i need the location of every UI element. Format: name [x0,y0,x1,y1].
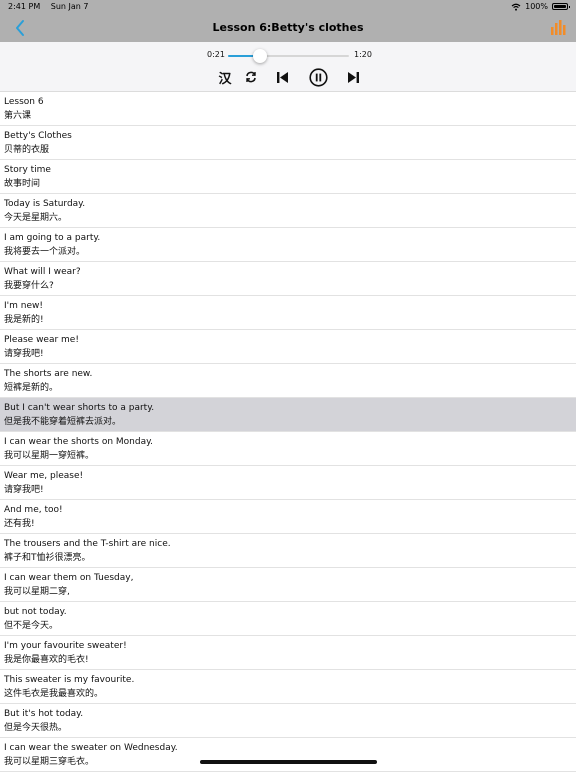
previous-button[interactable] [275,68,289,86]
sentence-english: Story time [4,165,51,175]
battery-icon [552,3,570,10]
sentence-english: Today is Saturday. [4,199,86,209]
sentence-chinese: 请穿我吧! [4,484,44,495]
sentence-english: What will I wear? [4,267,81,277]
sentence-chinese: 短裤是新的。 [4,382,59,393]
sentence-row[interactable]: I'm new! 我是新的! [0,296,576,330]
sentence-english: but not today. [4,607,67,617]
sentence-english: Lesson 6 [4,97,44,107]
stats-button[interactable] [550,19,566,36]
status-right: 100% [511,2,570,11]
sentence-english: I am going to a party. [4,233,101,243]
sentence-row[interactable]: Wear me, please! 请穿我吧! [0,466,576,500]
battery-percent: 100% [525,2,548,11]
sentence-row[interactable]: I'm your favourite sweater! 我是你最喜欢的毛衣! [0,636,576,670]
sentence-row[interactable]: I can wear the shorts on Monday. 我可以星期一穿短… [0,432,576,466]
chinese-toggle-button[interactable]: 汉 [217,68,233,87]
sentence-english: But I can't wear shorts to a party. [4,403,155,413]
total-time: 1:20 [354,50,372,59]
sentence-chinese: 我将要去一个派对。 [4,246,86,257]
sentence-english: The shorts are new. [4,369,93,379]
sentence-chinese: 今天是星期六。 [4,212,68,223]
sentence-row[interactable]: Story time 故事时间 [0,160,576,194]
sentence-row[interactable]: Please wear me! 请穿我吧! [0,330,576,364]
sentence-english: Please wear me! [4,335,79,345]
sentence-english: Wear me, please! [4,471,84,481]
sentence-row[interactable]: But it's hot today. 但是今天很热。 [0,704,576,738]
status-bar: 2:41 PM Sun Jan 7 100% [0,0,576,14]
sentence-english: I can wear them on Tuesday, [4,573,134,583]
sentence-english: I can wear the shorts on Monday. [4,437,154,447]
sentence-chinese: 请穿我吧! [4,348,44,359]
progress-slider[interactable] [228,49,349,63]
sentence-english: And me, too! [4,505,63,515]
sentence-english: I'm your favourite sweater! [4,641,127,651]
sentence-row[interactable]: but not today. 但不是今天。 [0,602,576,636]
sentence-row[interactable]: The shorts are new. 短裤是新的。 [0,364,576,398]
sentence-english: But it's hot today. [4,709,84,719]
sentence-chinese: 第六课 [4,110,32,121]
sentence-chinese: 裤子和T恤衫很漂亮。 [4,552,91,563]
elapsed-time: 0:21 [207,50,225,59]
sentence-chinese: 这件毛衣是我最喜欢的。 [4,688,104,699]
sentence-english: I'm new! [4,301,43,311]
next-button[interactable] [346,68,360,86]
progress-thumb[interactable] [252,49,267,63]
pause-icon [308,67,328,87]
sentence-chinese: 但是今天很热。 [4,722,68,733]
sentence-chinese: 还有我! [4,518,35,529]
repeat-button[interactable] [244,68,258,86]
sentence-row[interactable]: I am going to a party. 我将要去一个派对。 [0,228,576,262]
repeat-icon [246,71,256,83]
sentence-row[interactable]: And me, too! 还有我! [0,500,576,534]
sentence-row[interactable]: This sweater is my favourite. 这件毛衣是我最喜欢的。 [0,670,576,704]
sentence-chinese: 我要穿什么? [4,280,54,291]
sentence-english: The trousers and the T-shirt are nice. [4,539,171,549]
sentence-row[interactable]: Lesson 6 第六课 [0,92,576,126]
status-left: 2:41 PM Sun Jan 7 [8,2,97,11]
sentence-chinese: 我可以星期一穿短裤。 [4,450,95,461]
page-title: Lesson 6:Betty's clothes [212,21,364,34]
navigation-bar: Lesson 6:Betty's clothes [0,14,576,42]
sentence-chinese: 我可以星期二穿, [4,586,70,597]
audio-player: 0:21 1:20 汉 [0,42,576,92]
sentence-row[interactable]: The trousers and the T-shirt are nice. 裤子… [0,534,576,568]
status-date: Sun Jan 7 [50,2,89,11]
status-time: 2:41 PM [8,2,41,11]
sentence-list: Lesson 6 第六课 Betty's Clothes 贝蒂的衣服 Story tim… [0,92,576,772]
sentence-chinese: 贝蒂的衣服 [4,144,50,155]
sentence-english: Betty's Clothes [4,131,72,141]
skip-forward-icon [347,71,359,83]
home-indicator [200,760,377,764]
sentence-english: I can wear the sweater on Wednesday. [4,743,178,753]
pause-button[interactable] [308,67,328,87]
sentence-chinese: 故事时间 [4,178,41,189]
bar-chart-icon [551,20,566,35]
sentence-row[interactable]: What will I wear? 我要穿什么? [0,262,576,296]
sentence-row[interactable]: I can wear them on Tuesday, 我可以星期二穿, [0,568,576,602]
sentence-chinese: 但是我不能穿着短裤去派对。 [4,416,122,427]
sentence-chinese: 我是新的! [4,314,44,325]
sentence-row[interactable]: I can wear the sweater on Wednesday. 我可以星… [0,738,576,772]
sentence-row[interactable]: Today is Saturday. 今天是星期六。 [0,194,576,228]
sentence-row[interactable]: But I can't wear shorts to a party. 但是我不能… [0,398,576,432]
skip-back-icon [276,71,288,83]
sentence-chinese: 但不是今天。 [4,620,59,631]
sentence-english: This sweater is my favourite. [4,675,135,685]
sentence-row[interactable]: Betty's Clothes 贝蒂的衣服 [0,126,576,160]
sentence-chinese: 我是你最喜欢的毛衣! [4,654,89,665]
wifi-icon [511,3,521,11]
